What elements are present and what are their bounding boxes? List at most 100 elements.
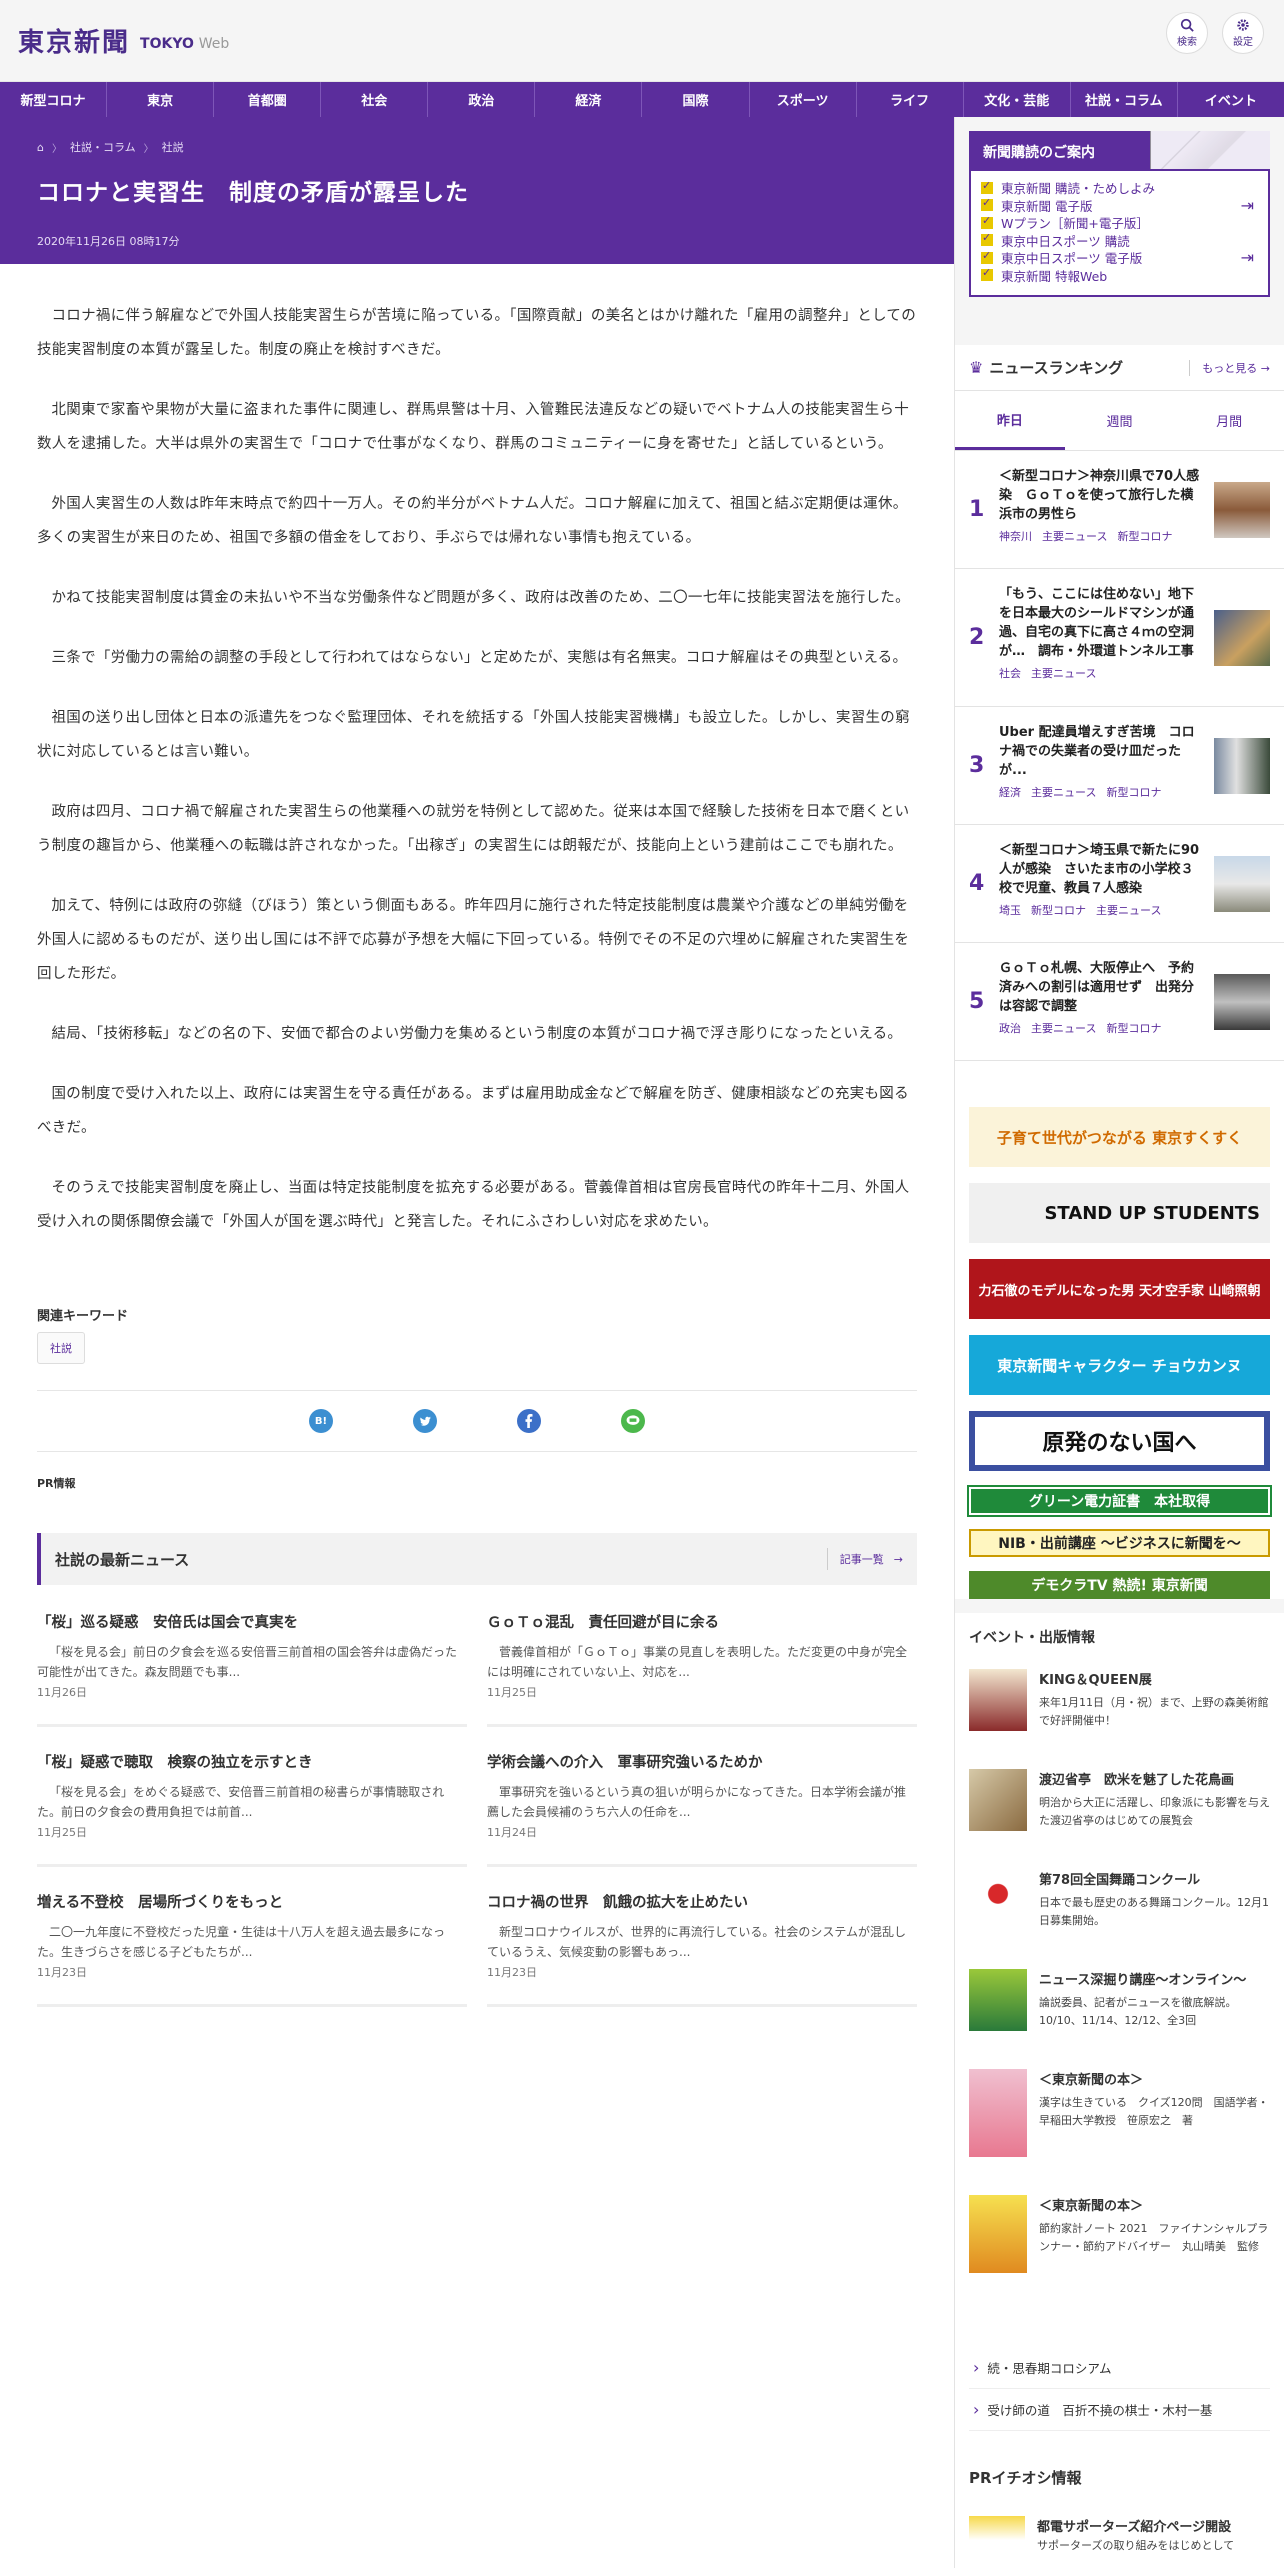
search-button[interactable]: 検索: [1166, 12, 1208, 54]
pr-pick-section: PRイチオシ情報 都電サポーターズ紹介ページ開設 サポーターズの取り組みをはじめと…: [955, 2431, 1284, 2568]
crown-icon: ♛: [969, 358, 984, 377]
banner-democra-tv[interactable]: デモクラTV 熱読! 東京新聞: [969, 1571, 1270, 1599]
article-list-link[interactable]: 記事一覧 →: [826, 1548, 903, 1570]
hatena-icon[interactable]: B!: [309, 1409, 333, 1433]
column-link[interactable]: 受け師の道 百折不撓の棋士・木村一基: [969, 2389, 1270, 2431]
line-icon[interactable]: [621, 1409, 645, 1433]
event-item[interactable]: ＜東京新聞の本＞ 節約家計ノート 2021 ファイナンシャルプランナー・節約アドバ…: [955, 2195, 1284, 2273]
ranking-more-link[interactable]: もっと見る →: [1189, 359, 1270, 376]
ranking-item[interactable]: 4 ＜新型コロナ＞埼玉県で新たに90人が感染 さいたま市の小学校３校で児童、教員…: [955, 825, 1284, 943]
twitter-icon[interactable]: [413, 1409, 437, 1433]
news-card[interactable]: ＧｏＴｏ混乱 責任回避が目に余る 菅義偉首相が「ＧｏＴｏ」事業の見直しを表明した…: [487, 1611, 917, 1727]
news-card[interactable]: 増える不登校 居場所づくりをもっと 二〇一九年度に不登校だった児童・生徒は十八万…: [37, 1891, 467, 2007]
nav-item-world[interactable]: 国際: [642, 82, 750, 117]
subscription-link[interactable]: Wプラン［新聞+電子版］: [981, 214, 1268, 232]
article-header: ⌂ 〉 社説・コラム 〉 社説 コロナと実習生 制度の矛盾が露呈した 2020年…: [0, 117, 954, 264]
banner-green-power[interactable]: グリーン電力証書 本社取得: [967, 1485, 1272, 1517]
news-card[interactable]: コロナ禍の世界 飢餓の拡大を止めたい 新型コロナウイルスが、世界的に再流行してい…: [487, 1891, 917, 2007]
banner-sukusuku[interactable]: 子育て世代がつながる 東京すくすく: [969, 1107, 1270, 1167]
news-card[interactable]: 「桜」疑惑で聴取 検察の独立を示すとき 「桜を見る会」をめぐる疑惑で、安倍晋三前…: [37, 1751, 467, 1867]
nav-item-editorial[interactable]: 社説・コラム: [1071, 82, 1178, 117]
news-thumbnail: [1214, 481, 1270, 538]
ranking-item[interactable]: 5 ＧｏＴｏ札幌、大阪停止へ 予約済みへの割引は適用せず 出発分は容認で調整 政…: [955, 943, 1284, 1061]
global-nav: 新型コロナ 東京 首都圏 社会 政治 経済 国際 スポーツ ライフ 文化・芸能 …: [0, 82, 1284, 117]
nav-item-culture[interactable]: 文化・芸能: [964, 82, 1071, 117]
article-paragraph: 祖国の送り出し団体と日本の派遣先をつなぐ監理団体、それを統括する「外国人技能実習…: [37, 710, 910, 760]
nav-item-sports[interactable]: スポーツ: [750, 82, 857, 117]
keyword-tag[interactable]: 社説: [37, 1332, 85, 1364]
column-link[interactable]: 続・思春期コロシアム: [969, 2347, 1270, 2389]
article-paragraph: かねて技能実習制度は賃金の未払いや不当な労働条件など問題が多く、政府は改善のため…: [51, 590, 910, 606]
pr-label: PR情報: [37, 1477, 76, 1490]
article-paragraph: そのうえで技能実習制度を廃止し、当面は特定技能制度を拡充する必要がある。菅義偉首…: [37, 1180, 910, 1230]
subscription-link[interactable]: 東京新聞 電子版⇥: [981, 196, 1268, 215]
subscription-link[interactable]: 東京中日スポーツ 電子版⇥: [981, 248, 1268, 268]
pr-pick-item[interactable]: 都電サポーターズ紹介ページ開設 サポーターズの取り組みをはじめとして: [969, 2516, 1270, 2556]
banner-yamazaki[interactable]: 力石徹のモデルになった男 天才空手家 山崎照朝: [969, 1259, 1270, 1319]
banner-nib[interactable]: NIB・出前講座 ～ビジネスに新聞を～: [969, 1529, 1270, 1557]
ranking-item[interactable]: 3 Uber 配達員増えすぎ苦境 コロナ禍での失業者の受け皿だったが... 経済…: [955, 707, 1284, 825]
breadcrumb: ⌂ 〉 社説・コラム 〉 社説: [37, 139, 184, 155]
article-title: コロナと実習生 制度の矛盾が露呈した: [37, 180, 469, 206]
event-thumbnail: [969, 1769, 1027, 1831]
ranking-title: ニュースランキング: [989, 359, 1124, 377]
article-paragraph: 外国人実習生の人数は昨年末時点で約四十一万人。その約半分がベトナム人だ。コロナ解…: [37, 496, 908, 546]
main-column: ⌂ 〉 社説・コラム 〉 社説 コロナと実習生 制度の矛盾が露呈した 2020年…: [0, 117, 954, 2568]
news-card[interactable]: 学術会議への介入 軍事研究強いるためか 軍事研究を強いるという真の狙いが明らかに…: [487, 1751, 917, 1867]
article-paragraph: 国の制度で受け入れた以上、政府には実習生を守る責任がある。まずは雇用助成金などで…: [37, 1086, 909, 1136]
breadcrumb-subcategory[interactable]: 社説: [162, 139, 184, 155]
nav-item-corona[interactable]: 新型コロナ: [0, 82, 108, 117]
news-thumbnail: [1214, 973, 1270, 1030]
banner-choukanu[interactable]: 東京新聞キャラクター チョウカンヌ: [969, 1335, 1270, 1395]
ranking-item[interactable]: 2 「もう、ここには住めない」地下を日本最大のシールドマシンが通過、自宅の真下に…: [955, 569, 1284, 707]
article-date: 2020年11月26日 08時17分: [37, 235, 180, 248]
event-item[interactable]: 渡辺省亭 欧米を魅了した花鳥画 明治から大正に活躍し、印象派にも影響を与えた渡辺省…: [955, 1769, 1284, 1831]
nav-item-life[interactable]: ライフ: [857, 82, 964, 117]
latest-title: 社説の最新ニュース: [55, 1550, 190, 1569]
event-item[interactable]: KING＆QUEEN展 来年1月11日（月・祝）まで、上野の森美術館で好評開催中！: [955, 1669, 1284, 1731]
site-logo-sub: TOKYO Web: [140, 35, 230, 52]
article-paragraph: 加えて、特例には政府の弥縫（びほう）策という側面もある。昨年四月に施行された特定…: [37, 898, 910, 982]
banner-genpatsu[interactable]: 原発のない国へ: [969, 1411, 1270, 1471]
news-card[interactable]: 「桜」巡る疑惑 安倍氏は国会で真実を 「桜を見る会」前日の夕食会を巡る安倍晋三前…: [37, 1611, 467, 1727]
article-paragraph: 三条で「労働力の需給の調整の手段として行われてはならない」と定めたが、実態は有名…: [51, 650, 908, 666]
banner-list: 子育て世代がつながる 東京すくすく STAND UP STUDENTS 力石徹の…: [955, 1061, 1284, 1599]
subscription-link[interactable]: 東京新聞 特報Web: [981, 266, 1268, 285]
tab-monthly[interactable]: 月間: [1174, 391, 1284, 450]
news-thumbnail: [1214, 737, 1270, 794]
nav-item-shutoken[interactable]: 首都圏: [214, 82, 322, 117]
login-icon: ⇥: [1240, 248, 1254, 268]
tab-yesterday[interactable]: 昨日: [955, 391, 1065, 450]
news-thumbnail: [1214, 609, 1270, 666]
article-paragraph: 結局、「技術移転」などの名の下、安価で都合のよい労働力を集めるという制度の本質が…: [51, 1026, 903, 1042]
banner-stand-up-students[interactable]: STAND UP STUDENTS: [969, 1183, 1270, 1243]
news-thumbnail: [1214, 855, 1270, 912]
nav-item-society[interactable]: 社会: [321, 82, 429, 117]
subscription-link[interactable]: 東京中日スポーツ 購読: [981, 231, 1268, 250]
sidebar: 新聞購読のご案内 東京新聞 購読・ためしよみ 東京新聞 電子版⇥ Wプラン［新聞…: [954, 117, 1284, 2568]
nav-item-economy[interactable]: 経済: [535, 82, 643, 117]
subscription-box: 新聞購読のご案内 東京新聞 購読・ためしよみ 東京新聞 電子版⇥ Wプラン［新聞…: [969, 131, 1270, 297]
check-icon: [981, 179, 993, 194]
ranking-item[interactable]: 1 ＜新型コロナ＞神奈川県で70人感染 ＧｏＴｏを使って旅行した横浜市の男性ら …: [955, 451, 1284, 569]
event-item[interactable]: ニュース深掘り講座～オンライン～ 論説委員、記者がニュースを徹底解説。10/10、…: [955, 1969, 1284, 2031]
pr-thumbnail: [969, 2516, 1025, 2556]
facebook-icon[interactable]: [517, 1409, 541, 1433]
event-item[interactable]: ＜東京新聞の本＞ 漢字は生きている クイズ120問 国語学者・早稲田大学教授 笹原…: [955, 2069, 1284, 2157]
event-thumbnail: [969, 1669, 1027, 1731]
site-logo[interactable]: 東京新聞: [18, 22, 130, 59]
home-icon[interactable]: ⌂: [37, 141, 44, 154]
article-paragraph: 北関東で家畜や果物が大量に盗まれた事件に関連し、群馬県警は十月、入管難民法違反な…: [37, 402, 910, 452]
event-item[interactable]: 第78回全国舞踊コンクール 日本で最も歴史のある舞踊コンクール。12月1日募集開始…: [955, 1869, 1284, 1931]
nav-item-tokyo[interactable]: 東京: [107, 82, 215, 117]
settings-button[interactable]: 設定: [1222, 12, 1264, 54]
arrow-right-icon: →: [893, 1552, 903, 1566]
nav-item-politics[interactable]: 政治: [428, 82, 536, 117]
newspaper-illustration: [1150, 131, 1270, 169]
breadcrumb-category[interactable]: 社説・コラム: [70, 139, 136, 155]
tab-weekly[interactable]: 週間: [1065, 391, 1175, 450]
events-section: イベント・出版情報 KING＆QUEEN展 来年1月11日（月・祝）まで、上野の森…: [955, 1613, 1284, 2321]
nav-item-event[interactable]: イベント: [1178, 82, 1284, 117]
subscription-link[interactable]: 東京新聞 購読・ためしよみ: [981, 179, 1268, 197]
share-bar: B!: [0, 1391, 954, 1451]
